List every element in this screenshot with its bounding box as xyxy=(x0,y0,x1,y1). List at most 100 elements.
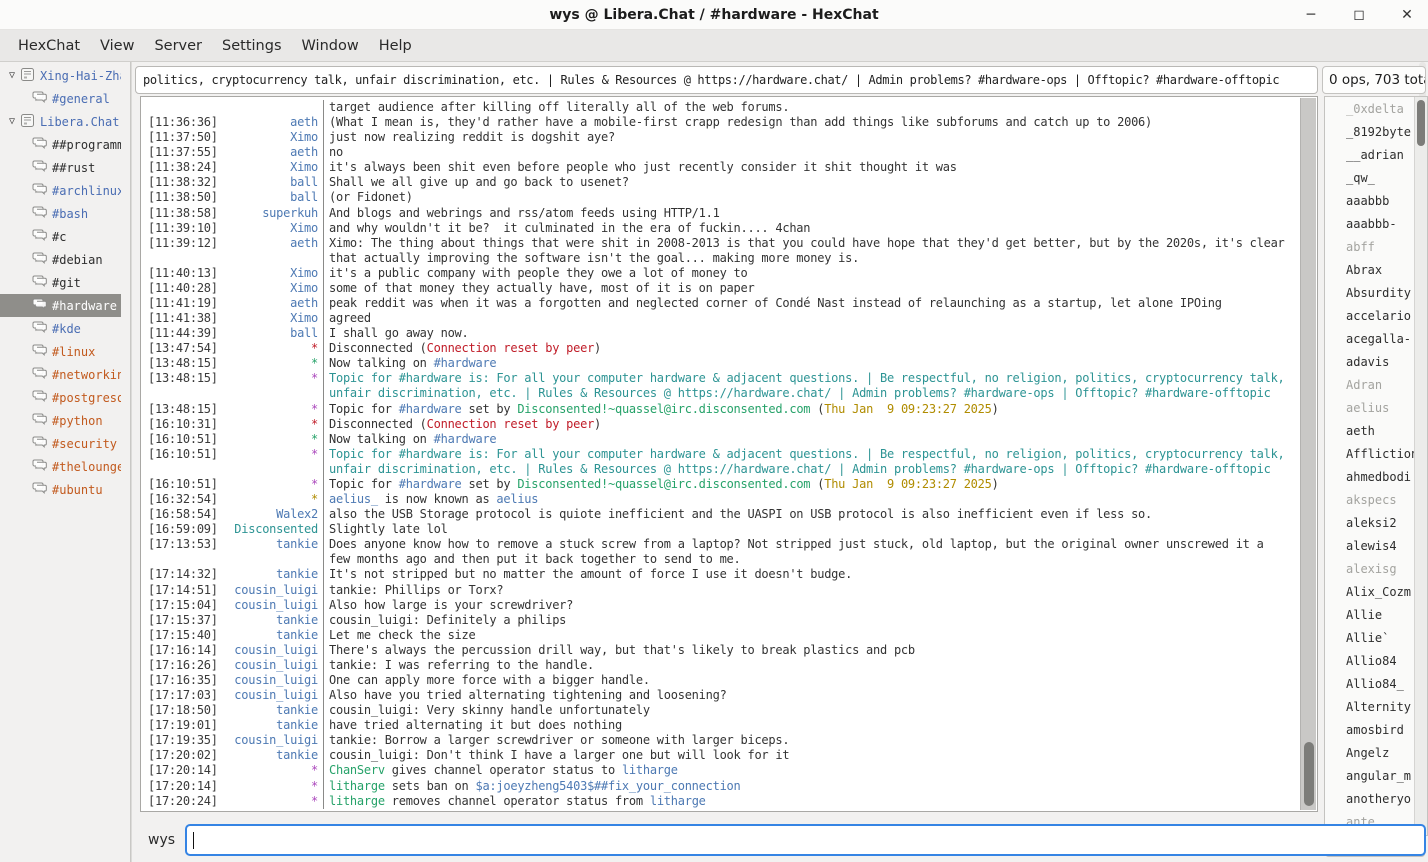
chat-line: [17:15:40]tankieLet me check the size xyxy=(141,628,1297,643)
close-icon[interactable]: ✕ xyxy=(1394,2,1420,28)
tree-channel--general[interactable]: #general xyxy=(0,87,121,110)
tree-channel--archlinux[interactable]: #archlinux xyxy=(0,179,121,202)
message-segment: It's not stripped but no matter the amou… xyxy=(329,567,852,581)
user-list-item[interactable]: abff xyxy=(1325,235,1427,258)
user-list-item[interactable]: Allio84_ xyxy=(1325,672,1427,695)
nick: tankie xyxy=(225,703,323,718)
user-list-item[interactable]: aelius xyxy=(1325,396,1427,419)
tree-channel--hardware[interactable]: #hardware xyxy=(0,294,121,317)
tree-server-libera-chat[interactable]: ▽Libera.Chat xyxy=(0,110,121,133)
user-list-item[interactable]: aleksi2 xyxy=(1325,511,1427,534)
message-input[interactable] xyxy=(185,824,1426,856)
user-list-item[interactable]: accelario xyxy=(1325,304,1427,327)
main-area: ▽Xing-Hai-Zhan#general▽Libera.Chat##prog… xyxy=(0,62,1428,862)
userlist-scrollbar-thumb[interactable] xyxy=(1417,100,1425,146)
user-list-item[interactable]: Allie` xyxy=(1325,626,1427,649)
expander-icon[interactable]: ▽ xyxy=(4,70,20,81)
expander-icon[interactable]: ▽ xyxy=(4,116,20,127)
menu-view[interactable]: View xyxy=(90,30,144,61)
topic-bar[interactable]: politics, cryptocurrency talk, unfair di… xyxy=(135,66,1318,94)
menu-hexchat[interactable]: HexChat xyxy=(8,30,90,61)
chat-line: unfair discrimination, etc. | Rules & Re… xyxy=(141,462,1297,477)
user-list-item[interactable]: angular_m xyxy=(1325,764,1427,787)
user-list-item[interactable]: Allie xyxy=(1325,603,1427,626)
chat-line: [11:38:32]ballShall we all give up and g… xyxy=(141,175,1297,190)
message-segment: Also how large is your screwdriver? xyxy=(329,598,573,612)
chat-line: few months ago and then put it back toge… xyxy=(141,552,1297,567)
user-list-item[interactable]: aaabbb xyxy=(1325,189,1427,212)
message-segment: tankie: I was referring to the handle. xyxy=(329,658,594,672)
menu-help[interactable]: Help xyxy=(369,30,422,61)
tree-channel--networking[interactable]: #networking xyxy=(0,363,121,386)
message: no xyxy=(323,145,1297,160)
user-list-item[interactable]: Alix_Cozm xyxy=(1325,580,1427,603)
user-list-item[interactable]: Alternity xyxy=(1325,695,1427,718)
user-list-item[interactable]: __adrian xyxy=(1325,143,1427,166)
tree-channel--linux[interactable]: #linux xyxy=(0,340,121,363)
user-list-item[interactable]: akspecs xyxy=(1325,488,1427,511)
user-list-item[interactable]: ahmedbodi xyxy=(1325,465,1427,488)
user-list-item[interactable]: adavis xyxy=(1325,350,1427,373)
minimize-icon[interactable]: ─ xyxy=(1298,2,1324,28)
user-list-item[interactable]: Allio84 xyxy=(1325,649,1427,672)
tree-channel--thelounge[interactable]: #thelounge xyxy=(0,455,121,478)
tree-splitter[interactable] xyxy=(130,62,132,862)
message-segment: and why wouldn't it be? it culminated in… xyxy=(329,221,810,235)
user-list-item[interactable]: _qw_ xyxy=(1325,166,1427,189)
message-segment: Topic for xyxy=(329,402,399,416)
user-list-item[interactable]: acegalla- xyxy=(1325,327,1427,350)
tree-channel--kde[interactable]: #kde xyxy=(0,317,121,340)
own-nick-label[interactable]: wys xyxy=(140,832,185,848)
maximize-icon[interactable]: ◻ xyxy=(1346,2,1372,28)
menu-server[interactable]: Server xyxy=(144,30,212,61)
tree-channel--bash[interactable]: #bash xyxy=(0,202,121,225)
server-icon xyxy=(20,114,40,130)
user-list-item[interactable]: anotheryo xyxy=(1325,787,1427,810)
user-list-item[interactable]: Angelz xyxy=(1325,741,1427,764)
channel-icon xyxy=(32,459,52,474)
tree-channel--postgresql[interactable]: #postgresql xyxy=(0,386,121,409)
tree-channel--rust[interactable]: ##rust xyxy=(0,156,121,179)
timestamp: [17:15:37] xyxy=(141,613,225,628)
menu-settings[interactable]: Settings xyxy=(212,30,291,61)
chat-scrollbar[interactable] xyxy=(1300,98,1316,810)
message: Slightly late lol xyxy=(323,522,1297,537)
timestamp: [13:48:15] xyxy=(141,356,225,371)
user-list-item[interactable]: _8192byte xyxy=(1325,120,1427,143)
message: Does anyone know how to remove a stuck s… xyxy=(323,537,1297,552)
message-segment: aelius_ xyxy=(329,492,378,506)
user-list-item[interactable]: Absurdity xyxy=(1325,281,1427,304)
tree-server-xing-hai-zhan[interactable]: ▽Xing-Hai-Zhan xyxy=(0,64,121,87)
userlist-scrollbar[interactable] xyxy=(1414,97,1427,835)
user-list-item[interactable]: alewis4 xyxy=(1325,534,1427,557)
user-list-item[interactable]: amosbird xyxy=(1325,718,1427,741)
menu-window[interactable]: Window xyxy=(292,30,369,61)
tree-channel--security[interactable]: #security xyxy=(0,432,121,455)
chat-line: [17:14:51]cousin_luigitankie: Phillips o… xyxy=(141,583,1297,598)
message-segment: agreed xyxy=(329,311,371,325)
tree-channel--c[interactable]: #c xyxy=(0,225,121,248)
tree-channel--programming[interactable]: ##programming xyxy=(0,133,121,156)
message-segment: litharge xyxy=(329,794,385,808)
chat-scrollbar-thumb[interactable] xyxy=(1304,742,1314,806)
user-list-item[interactable]: Adran xyxy=(1325,373,1427,396)
tree-channel--debian[interactable]: #debian xyxy=(0,248,121,271)
nick: Ximo xyxy=(225,311,323,326)
user-list-item[interactable]: _0xdelta xyxy=(1325,97,1427,120)
channel-icon xyxy=(32,321,52,336)
user-list-item[interactable]: aeth xyxy=(1325,419,1427,442)
user-list-item[interactable]: Abrax xyxy=(1325,258,1427,281)
chat-line: [11:39:12]aethXimo: The thing about thin… xyxy=(141,236,1297,251)
tree-channel--ubuntu[interactable]: #ubuntu xyxy=(0,478,121,501)
timestamp: [16:10:51] xyxy=(141,447,225,462)
tree-channel--git[interactable]: #git xyxy=(0,271,121,294)
user-list-item[interactable]: aaabbb- xyxy=(1325,212,1427,235)
user-list-item[interactable]: Affliction xyxy=(1325,442,1427,465)
user-list-item[interactable]: alexisg xyxy=(1325,557,1427,580)
message: There's always the percussion drill way,… xyxy=(323,643,1297,658)
timestamp: [16:10:31] xyxy=(141,417,225,432)
tree-channel--python[interactable]: #python xyxy=(0,409,121,432)
nick: * xyxy=(225,432,323,447)
chat-line: [13:48:15]*Topic for #hardware is: For a… xyxy=(141,371,1297,386)
message-segment: #hardware xyxy=(434,432,497,446)
